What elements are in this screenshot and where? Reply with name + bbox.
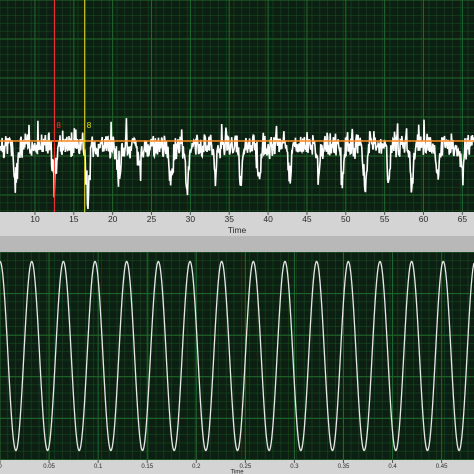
top-waveform-svg[interactable]: 88 [0, 0, 474, 212]
x-tick-label: 10 [30, 214, 40, 224]
waveform-viewer: 88 5101520253035404550556065Time 00.050.… [0, 0, 474, 474]
x-tick-label: 0.2 [192, 464, 201, 470]
x-tick-label: 65 [458, 214, 468, 224]
x-tick-label: 55 [380, 214, 390, 224]
x-tick-label: 0.15 [141, 464, 153, 470]
x-tick-label: 60 [419, 214, 429, 224]
x-tick-label: 0.1 [94, 464, 103, 470]
x-tick-label: 50 [341, 214, 351, 224]
bottom-time-axis: 00.050.10.150.20.250.30.350.40.45Time [0, 460, 474, 474]
top-time-axis: 5101520253035404550556065Time [0, 212, 474, 236]
x-tick-label: 0.3 [290, 464, 299, 470]
x-tick-label: 20 [108, 214, 118, 224]
x-tick-label: 0.4 [388, 464, 397, 470]
x-tick-label: 30 [186, 214, 196, 224]
x-tick-label: 0.35 [338, 464, 350, 470]
plot-background [0, 0, 474, 212]
top-waveform-plot[interactable]: 88 [0, 0, 474, 212]
bottom-waveform-plot[interactable] [0, 252, 474, 460]
bottom-waveform-svg[interactable] [0, 252, 474, 460]
x-tick-label: 45 [302, 214, 312, 224]
x-axis-title: Time [230, 470, 244, 474]
x-tick-label: 40 [263, 214, 273, 224]
x-axis-title: Time [228, 225, 247, 235]
x-tick-label: 35 [224, 214, 234, 224]
x-tick-label: 25 [147, 214, 157, 224]
x-tick-label: 0 [0, 464, 2, 470]
cursor-label: 8 [87, 121, 92, 130]
top-axis-svg: 5101520253035404550556065Time [30, 212, 468, 235]
bottom-axis-svg: 00.050.10.150.20.250.30.350.40.45Time [0, 460, 448, 474]
cursor-label: 8 [56, 121, 61, 130]
pane-divider[interactable] [0, 236, 474, 252]
x-tick-label: 0.45 [436, 464, 448, 470]
x-tick-label: 15 [69, 214, 79, 224]
x-tick-label: 0.05 [43, 464, 55, 470]
